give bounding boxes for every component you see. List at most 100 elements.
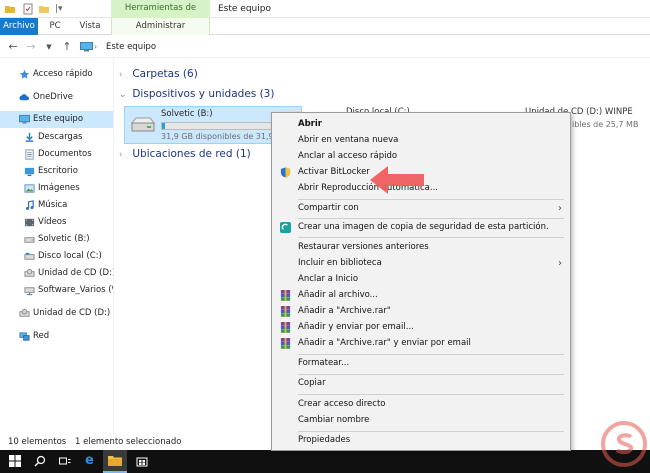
menu-separator [298, 431, 564, 432]
title-bar: |▾ Herramientas de unidad Este equipo [0, 0, 650, 30]
properties-icon[interactable] [22, 3, 34, 15]
drive-free-space: 31,9 GB disponibles de 31,9 G [161, 132, 283, 141]
menu-item-anadir-email[interactable]: Añadir y enviar por email... [272, 320, 570, 335]
up-icon[interactable]: ↑ [60, 40, 74, 54]
submenu-arrow-icon: › [558, 203, 562, 214]
search-button[interactable] [28, 450, 52, 473]
task-view-icon [59, 457, 71, 465]
sidebar-item-este-equipo[interactable]: Este equipo [0, 111, 113, 128]
menu-item-abrir-ventana-nueva[interactable]: Abrir en ventana nueva [272, 133, 570, 148]
tab-pc[interactable]: PC [44, 18, 66, 35]
music-icon [25, 200, 34, 210]
image-icon [24, 184, 35, 193]
chevron-right-icon: › [119, 70, 123, 80]
sidebar-item-label: Red [33, 331, 50, 341]
menu-item-crear-acceso-directo[interactable]: Crear acceso directo [272, 397, 570, 412]
tab-administrar[interactable]: Administrar [111, 18, 210, 35]
taskbar-edge[interactable]: e [78, 450, 102, 473]
star-icon [19, 69, 30, 79]
menu-item-anclar-inicio[interactable]: Anclar a Inicio [272, 272, 570, 287]
menu-item-anadir-rar-email[interactable]: Añadir a "Archive.rar" y enviar por emai… [272, 336, 570, 351]
drive-icon [130, 117, 156, 132]
menu-item-formatear[interactable]: Formatear... [272, 356, 570, 371]
chevron-down-icon: ⌄ [119, 90, 127, 100]
group-carpetas[interactable]: › Carpetas (6) [119, 66, 198, 82]
address-bar[interactable]: › Este equipo [78, 39, 648, 55]
windows-logo-icon [9, 455, 21, 467]
cd-drive-icon [24, 268, 35, 277]
taskbar-store[interactable] [130, 450, 154, 473]
recent-locations-icon[interactable]: ▼ [42, 40, 56, 54]
sidebar-item-documentos[interactable]: Documentos [0, 146, 113, 163]
menu-item-restaurar-versiones[interactable]: Restaurar versiones anteriores [272, 240, 570, 255]
forward-icon[interactable]: → [24, 40, 38, 54]
cloud-icon [19, 94, 29, 101]
watermark-logo-icon [601, 421, 647, 467]
menu-separator [298, 199, 564, 200]
computer-icon [80, 42, 93, 52]
menu-item-copiar[interactable]: Copiar [272, 376, 570, 391]
sidebar-item-videos[interactable]: Vídeos [0, 214, 113, 231]
sidebar-item-unidad-cd-2[interactable]: Unidad de CD (D:) WI [0, 305, 113, 322]
menu-separator [298, 218, 564, 219]
new-folder-icon[interactable] [38, 3, 50, 15]
menu-item-cambiar-nombre[interactable]: Cambiar nombre [272, 413, 570, 428]
taskbar-file-explorer[interactable] [103, 450, 127, 473]
menu-item-abrir[interactable]: Abrir [272, 117, 570, 132]
sidebar-item-label: Unidad de CD (D:) W [38, 268, 114, 278]
menu-item-anadir-rar[interactable]: Añadir a "Archive.rar" [272, 304, 570, 319]
tab-vista[interactable]: Vista [74, 18, 106, 35]
group-red[interactable]: › Ubicaciones de red (1) [119, 146, 251, 162]
tab-archivo[interactable]: Archivo [0, 18, 38, 35]
sidebar-item-escritorio[interactable]: Escritorio [0, 163, 113, 180]
sidebar-item-label: Vídeos [38, 217, 67, 227]
sidebar-item-software-varios[interactable]: Software_Varios (\\v [0, 282, 113, 299]
shield-icon [280, 167, 291, 178]
start-button[interactable] [3, 450, 27, 473]
document-icon [25, 149, 34, 160]
winrar-icon [280, 306, 291, 317]
sidebar-item-onedrive[interactable]: OneDrive [0, 89, 113, 106]
menu-item-compartir-con[interactable]: Compartir con › [272, 201, 570, 216]
sidebar-item-label: Escritorio [38, 166, 78, 176]
back-icon[interactable]: ← [6, 40, 20, 54]
status-selection: 1 elemento seleccionado [75, 437, 182, 447]
sidebar-item-solvetic[interactable]: Solvetic (B:) [0, 231, 113, 248]
sidebar-item-musica[interactable]: Música [0, 197, 113, 214]
sidebar-item-label: Este equipo [33, 114, 84, 124]
group-dispositivos[interactable]: ⌄ Dispositivos y unidades (3) [119, 86, 274, 102]
submenu-arrow-icon: › [558, 258, 562, 269]
menu-separator [298, 354, 564, 355]
sidebar-item-red[interactable]: Red [0, 328, 113, 345]
status-item-count: 10 elementos [8, 437, 67, 447]
breadcrumb[interactable]: Este equipo [106, 39, 156, 55]
sidebar-item-label: Unidad de CD (D:) WI [33, 308, 113, 318]
folder-icon[interactable] [4, 3, 16, 15]
sidebar-item-unidad-cd[interactable]: Unidad de CD (D:) W [0, 265, 114, 282]
sidebar-item-imagenes[interactable]: Imágenes [0, 180, 113, 197]
winrar-icon [280, 290, 291, 301]
sidebar-item-disco-local[interactable]: Disco local (C:) [0, 248, 113, 265]
sidebar-item-acceso-rapido[interactable]: Acceso rápido [0, 66, 113, 83]
menu-separator [298, 374, 564, 375]
ribbon-tabs: Archivo PC Vista Administrar [0, 18, 650, 35]
contextual-tab-group: Herramientas de unidad [111, 0, 210, 30]
drive-icon [24, 237, 35, 243]
sidebar-item-descargas[interactable]: Descargas [0, 129, 113, 146]
menu-item-propiedades[interactable]: Propiedades [272, 433, 570, 448]
task-view-button[interactable] [53, 450, 77, 473]
menu-item-crear-imagen-copia[interactable]: Crear una imagen de copia de seguridad d… [272, 220, 570, 235]
cd-drive-icon [19, 308, 30, 317]
store-icon [136, 457, 148, 467]
menu-item-incluir-biblioteca[interactable]: Incluir en biblioteca › [272, 256, 570, 271]
sidebar-item-label: Documentos [38, 149, 92, 159]
winrar-icon [280, 322, 291, 333]
menu-item-anadir-archivo[interactable]: Añadir al archivo... [272, 288, 570, 303]
winrar-icon [280, 338, 291, 349]
sidebar-item-label: Acceso rápido [33, 69, 93, 79]
sidebar-item-label: Disco local (C:) [38, 251, 102, 261]
customize-qa-icon[interactable]: |▾ [55, 3, 67, 15]
network-drive-icon [24, 287, 35, 296]
chevron-right-icon: › [119, 150, 123, 160]
sidebar-item-label: OneDrive [33, 92, 73, 102]
